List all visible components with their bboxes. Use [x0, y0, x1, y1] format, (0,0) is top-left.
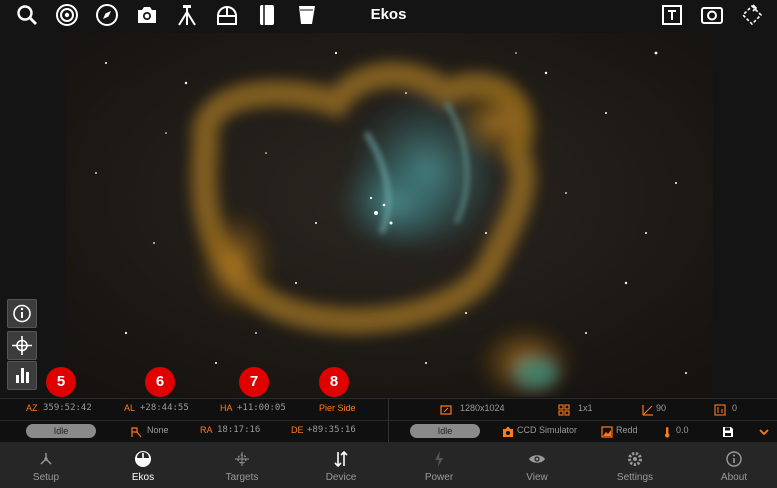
tab-power-label: Power: [424, 472, 454, 483]
rotation-value: 90: [656, 403, 667, 413]
marker-6: 6: [145, 367, 175, 397]
tab-about[interactable]: About: [689, 442, 777, 488]
camera-device-name: CCD Simulator: [517, 425, 578, 435]
tab-settings[interactable]: Settings: [590, 442, 680, 488]
histogram-button[interactable]: [7, 361, 37, 390]
tripod-icon[interactable]: [175, 3, 199, 27]
offset-icon: [714, 403, 726, 416]
al-label: AL: [124, 403, 136, 413]
offset-value: 0: [732, 403, 738, 413]
al-value: +28:44:55: [140, 403, 189, 413]
tab-ekos[interactable]: Ekos: [98, 442, 188, 488]
crosshair-button[interactable]: [7, 331, 37, 360]
tab-targets-label: Targets: [225, 472, 259, 483]
info-icon: [13, 304, 31, 323]
rotate-icon[interactable]: [740, 3, 764, 27]
marker-7: 7: [239, 367, 269, 397]
top-toolbar: Ekos: [0, 0, 777, 30]
filter-value: Redd: [616, 425, 638, 435]
screenshot-icon[interactable]: [700, 3, 724, 27]
az-value: 359:52:42: [43, 403, 92, 413]
view-icon: [529, 455, 545, 463]
setup-icon: [40, 453, 52, 465]
camera-icon[interactable]: [135, 3, 159, 27]
histogram-icon: [16, 368, 29, 383]
pier-side-label: Pier Side: [319, 403, 356, 413]
mount-status-row: AZ 359:52:42 AL +28:44:55 HA +11:00:05 P…: [0, 398, 777, 420]
camera-status-badge: Idle: [410, 424, 480, 438]
compass-icon[interactable]: [95, 3, 119, 27]
divider: [388, 421, 389, 442]
device-icon: [334, 450, 348, 468]
mount-status-badge: Idle: [26, 424, 96, 438]
de-label: DE: [291, 425, 304, 435]
binning-icon: [558, 403, 570, 416]
device-status-row: Idle None RA 18:17:16 DE +89:35:16 Idle …: [0, 420, 777, 442]
crosshair-icon: [12, 336, 32, 355]
tab-device[interactable]: Device: [296, 442, 386, 488]
binning-value: 1x1: [578, 403, 593, 413]
temperature-value: 0.0: [676, 425, 689, 435]
about-icon: [726, 451, 742, 467]
observatory-icon[interactable]: [215, 3, 239, 27]
tab-view-label: View: [526, 472, 548, 483]
ra-label: RA: [200, 425, 213, 435]
power-icon: [435, 451, 443, 467]
settings-icon: [628, 452, 642, 466]
text-crop-icon[interactable]: [660, 3, 684, 27]
marker-8: 8: [319, 367, 349, 397]
filter-icon: [601, 425, 613, 438]
ccd-icon: [502, 425, 514, 437]
tab-setup-label: Setup: [32, 472, 60, 483]
search-icon[interactable]: [15, 3, 39, 27]
tab-targets[interactable]: Targets: [197, 442, 287, 488]
astro-image: [66, 33, 713, 397]
parking-icon: [130, 425, 142, 438]
notebook-icon[interactable]: [255, 3, 279, 27]
tab-power[interactable]: Power: [394, 442, 484, 488]
tab-about-label: About: [720, 472, 748, 483]
ekos-icon: [135, 451, 151, 467]
save-icon[interactable]: [722, 425, 734, 437]
resolution-value: 1280x1024: [460, 403, 505, 413]
targets-icon: [235, 452, 249, 466]
image-viewer[interactable]: [66, 33, 713, 397]
rotation-icon: [642, 403, 654, 416]
tab-device-label: Device: [325, 472, 357, 483]
ha-label: HA: [220, 403, 233, 413]
target-icon[interactable]: [55, 3, 79, 27]
chevron-down-icon[interactable]: [758, 425, 770, 437]
flat-panel-icon[interactable]: [295, 3, 319, 27]
tab-settings-label: Settings: [616, 472, 654, 483]
tab-view[interactable]: View: [492, 442, 582, 488]
ha-value: +11:00:05: [237, 403, 286, 413]
ra-value: 18:17:16: [217, 425, 261, 435]
resolution-icon: [440, 403, 452, 415]
bottom-navigation: Setup Ekos Targets Device Power View Set…: [0, 442, 777, 488]
de-value: +89:35:16: [307, 425, 356, 435]
thermometer-icon: [661, 425, 673, 438]
divider: [388, 399, 389, 420]
info-button[interactable]: [7, 299, 37, 328]
tab-ekos-label: Ekos: [131, 472, 155, 483]
tab-setup[interactable]: Setup: [1, 442, 91, 488]
parking-value: None: [147, 425, 169, 435]
marker-5: 5: [46, 367, 76, 397]
az-label: AZ: [26, 403, 38, 413]
